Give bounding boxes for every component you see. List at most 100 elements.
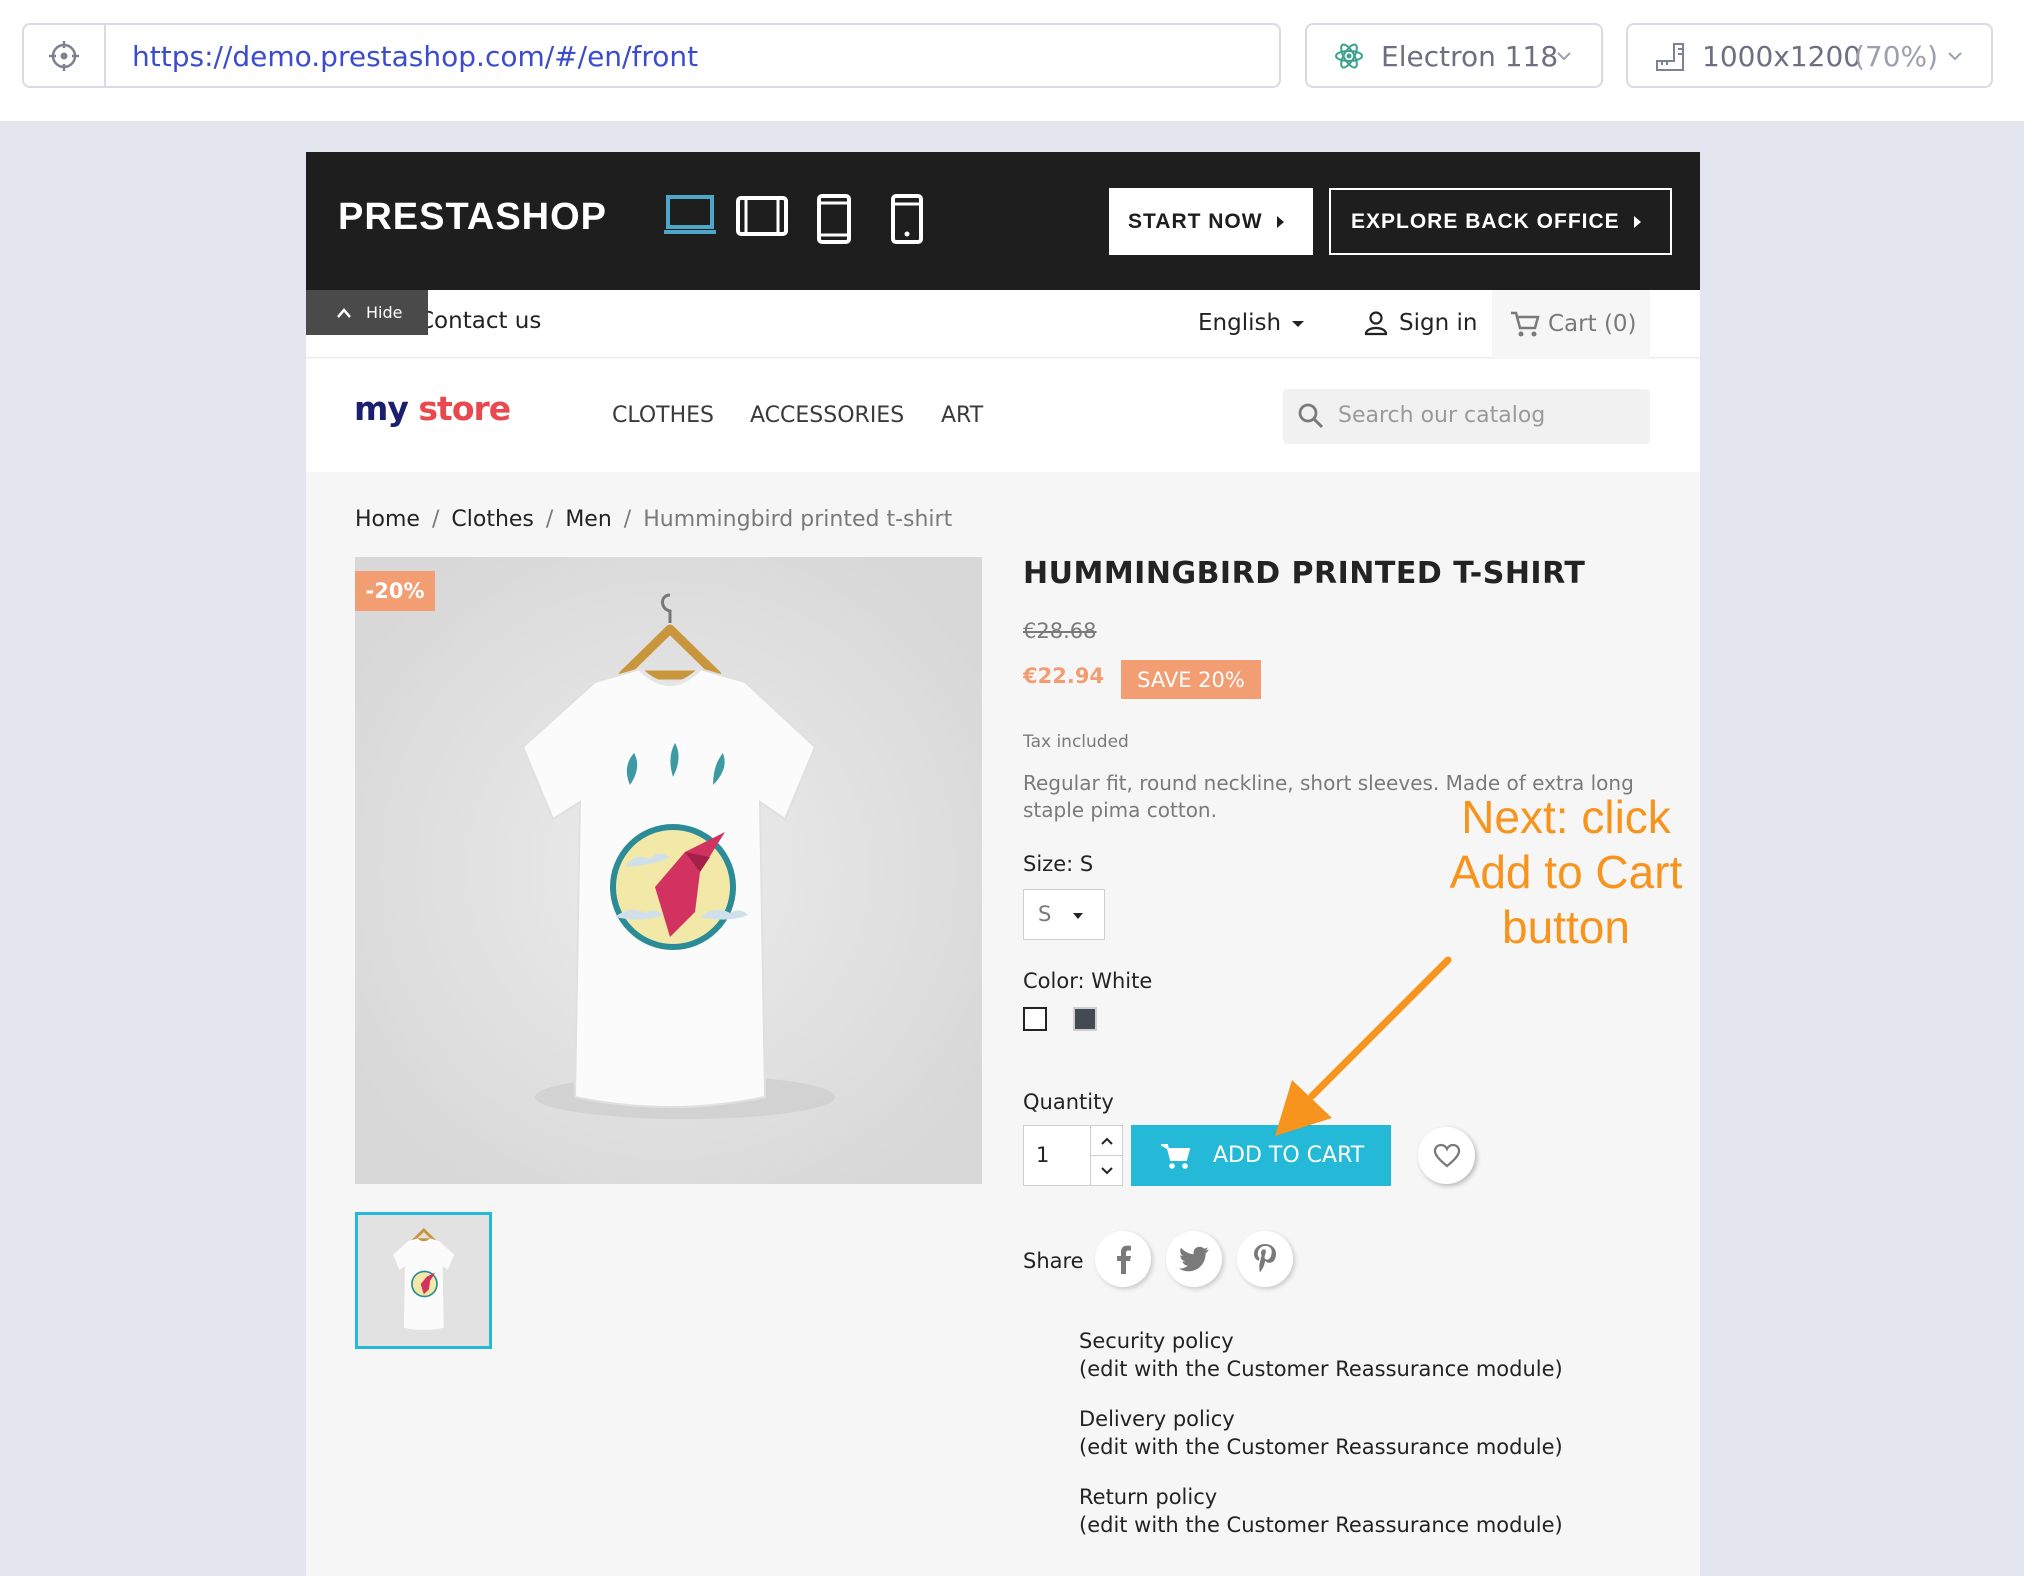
quantity-stepper[interactable]: 1: [1023, 1125, 1123, 1186]
facebook-share-button[interactable]: [1095, 1231, 1151, 1287]
caret-down-icon: [1073, 913, 1083, 919]
target-icon[interactable]: [24, 25, 106, 86]
reassurance-security: Security policy (edit with the Customer …: [1079, 1327, 1563, 1383]
tshirt-thumbnail-image: [358, 1215, 489, 1346]
tax-note: Tax included: [1023, 732, 1129, 752]
annotation-line: button: [1502, 901, 1630, 953]
facebook-icon: [1117, 1245, 1131, 1274]
chevron-up-icon: [337, 307, 351, 318]
tshirt-image: [355, 557, 982, 1184]
menu-art[interactable]: ART: [941, 403, 983, 428]
viewport-size: 1000x1200: [1702, 40, 1862, 73]
heart-icon: [1433, 1143, 1460, 1167]
size-label: Size: S: [1023, 852, 1094, 876]
ruler-icon: [1654, 41, 1686, 77]
caret-right-icon: [1633, 215, 1641, 228]
prestashop-logo[interactable]: PRESTASHOP: [338, 196, 607, 239]
breadcrumb-men[interactable]: Men: [565, 507, 611, 532]
electron-icon: [1333, 40, 1365, 76]
reassurance-return: Return policy (edit with the Customer Re…: [1079, 1483, 1563, 1539]
logo-store: store: [418, 389, 511, 428]
color-label: Color: White: [1023, 969, 1153, 993]
annotation-line: Add to Cart: [1449, 846, 1683, 898]
mobile-icon[interactable]: [890, 194, 924, 248]
quantity-increment-button[interactable]: [1090, 1126, 1123, 1156]
annotation-text: Next: click Add to Cart button: [1420, 790, 1712, 955]
language-label: English: [1198, 310, 1282, 336]
breadcrumb-clothes[interactable]: Clothes: [451, 507, 534, 532]
menu-accessories[interactable]: ACCESSORIES: [750, 403, 904, 428]
reassurance-delivery: Delivery policy (edit with the Customer …: [1079, 1405, 1563, 1461]
logo-my: my: [354, 389, 409, 428]
cart-icon: [1161, 1143, 1191, 1169]
start-now-label: START NOW: [1128, 209, 1263, 233]
sign-in-label: Sign in: [1399, 310, 1478, 336]
my-store-logo[interactable]: my store: [354, 389, 511, 428]
viewport-select[interactable]: 1000x1200 (70%): [1626, 23, 1993, 88]
color-swatch-white[interactable]: [1023, 1007, 1047, 1031]
discount-flag: -20%: [355, 571, 435, 611]
chevron-down-icon: [1555, 47, 1573, 69]
reassurance-sub: (edit with the Customer Reassurance modu…: [1079, 1357, 1563, 1381]
demo-header: PRESTASHOP START NOW EXPLORE BACK OFFICE: [306, 152, 1700, 290]
viewport-zoom: (70%): [1854, 40, 1939, 73]
language-select[interactable]: English: [1198, 310, 1305, 336]
chevron-down-icon: [1101, 1167, 1113, 1175]
wishlist-button[interactable]: [1418, 1127, 1475, 1184]
explore-back-office-button[interactable]: EXPLORE BACK OFFICE: [1329, 188, 1672, 255]
breadcrumb-current: Hummingbird printed t-shirt: [643, 507, 953, 532]
twitter-share-button[interactable]: [1166, 1231, 1222, 1287]
breadcrumb: Home / Clothes / Men / Hummingbird printed t-s…: [355, 507, 953, 532]
product-title: HUMMINGBIRD PRINTED T-SHIRT: [1023, 556, 1586, 591]
contact-link[interactable]: Contact us: [418, 308, 541, 334]
reassurance-title: Security policy: [1079, 1329, 1234, 1353]
tablet-landscape-icon[interactable]: [736, 194, 788, 242]
explore-label: EXPLORE BACK OFFICE: [1351, 209, 1620, 233]
hide-label: Hide: [366, 303, 403, 322]
browser-toolbar: https://demo.prestashop.com/#/en/front E…: [0, 0, 2024, 121]
add-to-cart-button[interactable]: ADD TO CART: [1131, 1125, 1391, 1186]
product-image[interactable]: -20%: [355, 557, 982, 1184]
chevron-up-icon: [1101, 1137, 1113, 1145]
desktop-icon[interactable]: [664, 194, 716, 242]
quantity-label: Quantity: [1023, 1090, 1114, 1114]
color-swatch-black[interactable]: [1073, 1007, 1097, 1031]
cart-label: Cart (0): [1548, 311, 1637, 337]
reassurance-title: Delivery policy: [1079, 1407, 1235, 1431]
sign-in-link[interactable]: Sign in: [1363, 310, 1477, 336]
browser-select[interactable]: Electron 118: [1305, 23, 1603, 88]
product-thumbnail[interactable]: [355, 1212, 492, 1349]
search-placeholder: Search our catalog: [1338, 403, 1546, 428]
reassurance-sub: (edit with the Customer Reassurance modu…: [1079, 1435, 1563, 1459]
cart-icon: [1511, 311, 1540, 337]
size-select[interactable]: S: [1023, 889, 1105, 940]
url-field[interactable]: https://demo.prestashop.com/#/en/front: [22, 23, 1281, 88]
quantity-value[interactable]: 1: [1036, 1143, 1049, 1167]
store-header: my store CLOTHES ACCESSORIES ART Search …: [306, 359, 1700, 472]
pinterest-share-button[interactable]: [1237, 1231, 1293, 1287]
tablet-portrait-icon[interactable]: [816, 194, 852, 248]
cart-link[interactable]: Cart (0): [1492, 290, 1650, 358]
quantity-decrement-button[interactable]: [1090, 1156, 1123, 1186]
search-icon: [1297, 402, 1325, 434]
search-input[interactable]: Search our catalog: [1283, 389, 1650, 444]
caret-down-icon: [1292, 320, 1305, 327]
start-now-button[interactable]: START NOW: [1109, 188, 1313, 255]
pinterest-icon: [1254, 1244, 1276, 1272]
url-text[interactable]: https://demo.prestashop.com/#/en/front: [132, 40, 698, 73]
top-nav: Hide Contact us English Sign in Cart (0): [306, 290, 1700, 358]
annotation-line: Next: click: [1461, 791, 1671, 843]
size-value: S: [1038, 902, 1052, 926]
hide-button[interactable]: Hide: [306, 290, 428, 335]
twitter-icon: [1179, 1246, 1209, 1272]
caret-right-icon: [1276, 215, 1284, 228]
browser-label: Electron 118: [1381, 40, 1559, 73]
add-to-cart-label: ADD TO CART: [1213, 1143, 1365, 1168]
reassurance-title: Return policy: [1079, 1485, 1218, 1509]
current-price: €22.94: [1023, 664, 1105, 688]
save-badge: SAVE 20%: [1121, 660, 1261, 699]
breadcrumb-home[interactable]: Home: [355, 507, 420, 532]
chevron-down-icon: [1946, 47, 1964, 69]
user-icon: [1364, 311, 1388, 336]
menu-clothes[interactable]: CLOTHES: [612, 403, 714, 428]
